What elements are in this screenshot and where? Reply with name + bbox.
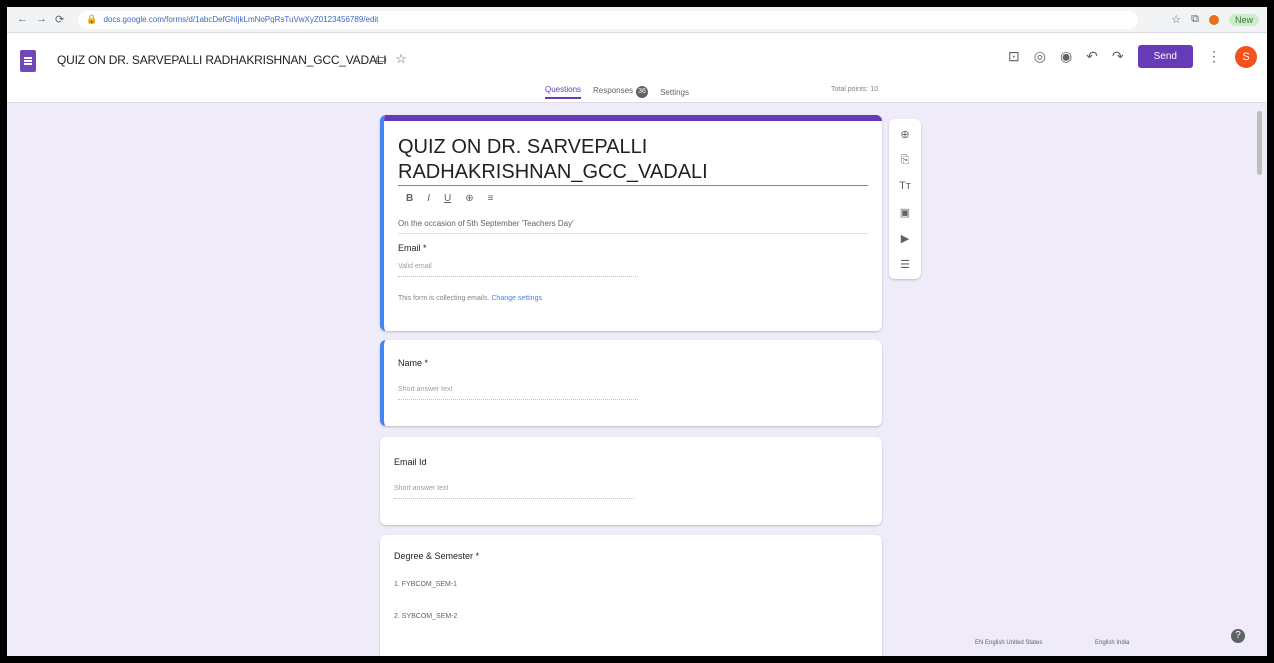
clear-format-button[interactable]: ≡	[488, 193, 494, 204]
title-icons: ▭ ☆	[375, 51, 407, 67]
form-title[interactable]: QUIZ ON DR. SARVEPALLI RADHAKRISHNAN_GCC…	[57, 53, 387, 67]
undo-icon[interactable]: ↶	[1086, 48, 1098, 65]
question-title: Name *	[398, 358, 429, 368]
link-button[interactable]: ⊕	[465, 193, 473, 204]
question-card-name[interactable]: Name * Short answer text	[380, 340, 882, 426]
option-item[interactable]: 2. SYBCOM_SEM-2	[394, 613, 457, 620]
screen-frame: ← → ⟳ 🔒 docs.google.com/forms/d/1abcDefG…	[7, 7, 1267, 656]
address-bar[interactable]: 🔒 docs.google.com/forms/d/1abcDefGhIjkLm…	[78, 10, 1139, 29]
help-icon[interactable]: ?	[1231, 629, 1245, 643]
send-button[interactable]: Send	[1137, 45, 1193, 68]
tab-responses-label: Responses	[593, 86, 634, 95]
quiz-title-line2: RADHAKRISHNAN_GCC_VADALI	[398, 161, 708, 183]
avatar[interactable]: S	[1235, 45, 1257, 68]
input-language[interactable]: EN English United States	[975, 640, 1042, 646]
short-answer-field: Short answer text	[394, 485, 634, 499]
reload-icon[interactable]: ⟳	[55, 13, 64, 26]
lock-icon: 🔒	[86, 14, 98, 24]
preview-icon[interactable]: ◉	[1060, 48, 1072, 65]
back-icon[interactable]: ←	[17, 13, 28, 26]
browser-bar: ← → ⟳ 🔒 docs.google.com/forms/d/1abcDefG…	[7, 7, 1267, 33]
responses-count-badge: 36	[636, 86, 649, 98]
add-image-icon[interactable]: ▣	[896, 203, 914, 221]
new-chip[interactable]: New	[1228, 13, 1259, 26]
forward-icon[interactable]: →	[36, 13, 47, 26]
more-icon[interactable]: ⋮	[1207, 48, 1221, 65]
total-points: Total points: 10	[831, 86, 879, 93]
forms-header: QUIZ ON DR. SARVEPALLI RADHAKRISHNAN_GCC…	[7, 33, 1267, 103]
question-title: Degree & Semester *	[394, 551, 480, 561]
tabs: Questions Responses 36 Settings	[545, 85, 689, 99]
title-card[interactable]: QUIZ ON DR. SARVEPALLI RADHAKRISHNAN_GCC…	[380, 115, 882, 331]
quiz-title-line1: QUIZ ON DR. SARVEPALLI	[398, 136, 648, 158]
redo-icon[interactable]: ↷	[1112, 48, 1124, 65]
keyboard-language[interactable]: English India	[1095, 640, 1129, 646]
italic-button[interactable]: I	[427, 193, 430, 204]
question-card-degree[interactable]: Degree & Semester * 1. FYBCOM_SEM-1 2. S…	[380, 535, 882, 656]
add-video-icon[interactable]: ▶	[896, 229, 914, 247]
addon-icon[interactable]: ⊡	[1008, 48, 1020, 65]
email-label: Email *	[398, 243, 427, 253]
bold-button[interactable]: B	[406, 193, 413, 204]
email-answer-field: Valid email	[398, 263, 638, 277]
tab-responses[interactable]: Responses 36	[593, 86, 649, 98]
underline-button[interactable]: U	[444, 193, 451, 204]
scrollbar[interactable]	[1257, 111, 1262, 175]
profile-icon[interactable]	[1208, 14, 1219, 25]
top-actions: ⊡ ◎ ◉ ↶ ↷ Send ⋮ S	[1008, 45, 1257, 68]
browser-extensions: ☆ ⧉ New	[1171, 13, 1267, 26]
forms-logo-icon[interactable]	[20, 50, 36, 72]
palette-icon[interactable]: ◎	[1034, 48, 1046, 65]
add-question-icon[interactable]: ⊕	[896, 125, 914, 143]
tab-settings[interactable]: Settings	[660, 88, 689, 97]
folder-icon[interactable]: ▭	[375, 51, 387, 67]
quiz-title[interactable]: QUIZ ON DR. SARVEPALLI RADHAKRISHNAN_GCC…	[398, 135, 868, 185]
option-item[interactable]: 1. FYBCOM_SEM-1	[394, 581, 457, 588]
url-text: docs.google.com/forms/d/1abcDefGhIjkLmNo…	[103, 15, 379, 24]
extension-icon[interactable]: ⧉	[1191, 13, 1199, 26]
title-underline	[398, 185, 868, 186]
format-toolbar: B I U ⊕ ≡	[406, 193, 493, 204]
question-card-email-id[interactable]: Email Id Short answer text	[380, 437, 882, 525]
add-section-icon[interactable]: ☰	[896, 255, 914, 273]
add-title-icon[interactable]: Tт	[896, 177, 914, 195]
email-collection-note: This form is collecting emails. Change s…	[398, 295, 542, 302]
title-card-accent	[384, 115, 882, 121]
tab-questions[interactable]: Questions	[545, 85, 582, 99]
change-settings-link[interactable]: Change settings	[491, 295, 542, 302]
side-toolbar: ⊕ ⎘ Tт ▣ ▶ ☰	[889, 119, 921, 279]
form-description[interactable]: On the occasion of 5th September 'Teache…	[398, 219, 574, 228]
star-icon[interactable]: ☆	[1171, 13, 1181, 26]
question-title: Email Id	[394, 457, 427, 467]
browser-nav: ← → ⟳	[7, 13, 64, 26]
email-note-text: This form is collecting emails.	[398, 295, 490, 302]
short-answer-field: Short answer text	[398, 386, 638, 400]
star-icon[interactable]: ☆	[395, 51, 407, 67]
import-questions-icon[interactable]: ⎘	[896, 151, 914, 169]
description-underline	[398, 233, 868, 234]
